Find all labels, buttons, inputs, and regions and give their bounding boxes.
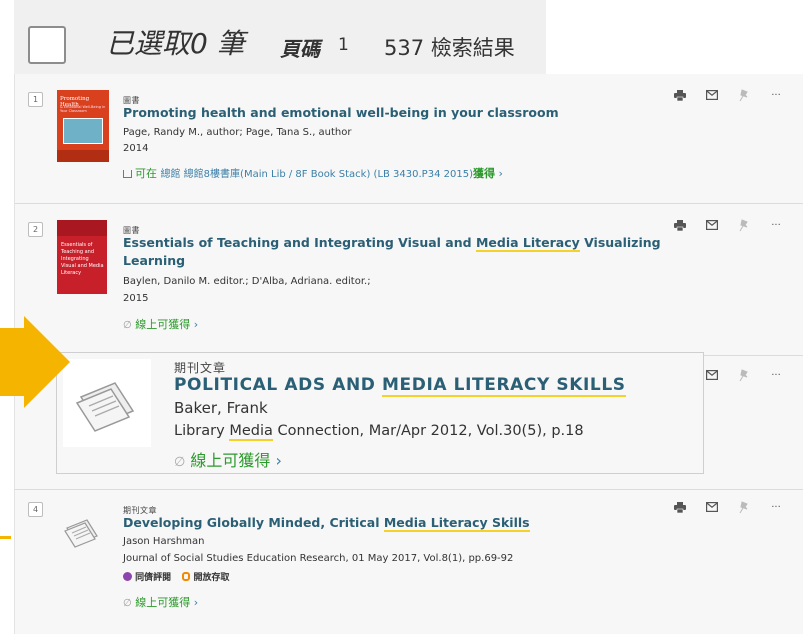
page-label: 頁碼: [280, 37, 320, 61]
select-all-checkbox[interactable]: [28, 26, 66, 64]
chevron-right-icon: ›: [193, 318, 199, 331]
record-title-link[interactable]: Developing Globally Minded, Critical Med…: [123, 514, 530, 532]
envelope-icon[interactable]: [705, 500, 719, 514]
more-options-icon[interactable]: ···: [769, 218, 783, 232]
book-cover-image[interactable]: Promoting Health & Emotional Well-Being …: [57, 90, 109, 162]
record-actions: ···: [673, 88, 783, 102]
search-term-highlight: Media Literacy: [475, 235, 580, 252]
record-author: Baylen, Danilo M. editor.; D'Alba, Adria…: [123, 276, 371, 287]
link-icon: ∅: [174, 455, 186, 470]
availability-link[interactable]: ∅ 線上可獲得 ›: [123, 594, 198, 610]
record-title-link[interactable]: POLITICAL ADS AND MEDIA LITERACY SKILLS: [174, 375, 626, 397]
record-actions: ···: [673, 218, 783, 232]
pin-icon[interactable]: [737, 218, 751, 232]
search-term-highlight: Media Literacy Skills: [383, 515, 530, 532]
record-title-link[interactable]: Promoting health and emotional well-bein…: [123, 104, 559, 122]
more-options-icon[interactable]: ···: [769, 88, 783, 102]
availability-suffix: 獲得: [472, 167, 495, 180]
pin-icon[interactable]: [737, 88, 751, 102]
link-icon: ∅: [123, 598, 132, 609]
record-index: 1: [28, 92, 43, 107]
record-source: Journal of Social Studies Education Rese…: [123, 553, 514, 564]
record-title-link[interactable]: Essentials of Teaching and Integrating V…: [123, 234, 661, 270]
record-year: 2015: [123, 293, 149, 304]
record-year: 2014: [123, 143, 149, 154]
record-actions: ···: [673, 500, 783, 514]
availability-status: 線上可獲得: [135, 318, 191, 331]
peer-reviewed-icon: [123, 572, 132, 581]
availability-status: 可在: [135, 167, 157, 180]
peer-reviewed-badge: 同儕評閱: [135, 573, 172, 583]
envelope-icon[interactable]: [705, 368, 719, 382]
availability-link[interactable]: ∅ 線上可獲得 ›: [123, 316, 198, 332]
availability-location: 總館 總館8樓書庫(Main Lib / 8F Book Stack) (LB …: [160, 169, 473, 180]
book-cover-image[interactable]: Essentials of Teaching and Integrating V…: [57, 220, 107, 294]
record-index: 2: [28, 222, 43, 237]
envelope-icon[interactable]: [705, 218, 719, 232]
availability-status: 線上可獲得: [135, 596, 191, 609]
record-index: 4: [28, 502, 43, 517]
availability-link[interactable]: ∅ 線上可獲得 ›: [174, 447, 282, 471]
result-record: 2 Essentials of Teaching and Integrating…: [15, 204, 803, 356]
book-icon: [123, 170, 132, 178]
open-access-badge: 開放存取: [193, 573, 230, 583]
envelope-icon[interactable]: [705, 88, 719, 102]
printer-icon[interactable]: [673, 500, 687, 514]
availability-status: 線上可獲得: [190, 451, 271, 470]
document-icon: [64, 519, 98, 548]
record-type: 期刊文章: [174, 361, 227, 375]
availability-link[interactable]: 可在 總館 總館8樓書庫(Main Lib / 8F Book Stack) (…: [123, 165, 503, 181]
open-access-icon: [182, 572, 191, 581]
record-author: Page, Randy M., author; Page, Tana S., a…: [123, 127, 352, 138]
selected-count-text: 已選取0 筆: [106, 27, 245, 60]
pin-icon[interactable]: [737, 500, 751, 514]
chevron-right-icon: ›: [193, 596, 199, 609]
document-icon: [75, 382, 135, 432]
selection-header: 已選取0 筆 頁碼 1 537 檢索結果: [14, 0, 546, 74]
record-badges: 同儕評閱 開放存取: [123, 570, 229, 583]
chevron-right-icon: ›: [498, 167, 503, 180]
search-term-highlight: Media: [229, 423, 273, 441]
search-term-highlight: MEDIA LITERACY SKILLS: [382, 375, 626, 397]
zoomed-record-card[interactable]: 期刊文章 POLITICAL ADS AND MEDIA LITERACY SK…: [56, 352, 704, 474]
more-options-icon[interactable]: ···: [769, 368, 783, 382]
record-author: Jason Harshman: [123, 536, 205, 547]
article-thumbnail[interactable]: [63, 359, 151, 447]
cover-subtitle: & Emotional Well-Being in Your Classroom: [60, 105, 106, 113]
result-record: 1 Promoting Health & Emotional Well-Bein…: [15, 74, 803, 204]
pin-icon[interactable]: [737, 368, 751, 382]
more-options-icon[interactable]: ···: [769, 500, 783, 514]
record-author: Baker, Frank: [174, 399, 268, 417]
arrow-tail-mark: [0, 536, 11, 539]
link-icon: ∅: [123, 320, 132, 331]
printer-icon[interactable]: [673, 218, 687, 232]
article-thumbnail[interactable]: [57, 506, 107, 556]
highlight-arrow-icon: [0, 316, 70, 408]
cover-photo: [63, 118, 103, 144]
cover-title: Essentials of Teaching and Integrating V…: [61, 242, 104, 276]
result-record: 4 期刊文章 Developing Globally Minded, Criti…: [15, 490, 803, 634]
record-source: Library Media Connection, Mar/Apr 2012, …: [174, 423, 584, 441]
page-number: 1: [338, 35, 349, 55]
chevron-right-icon: ›: [275, 451, 282, 470]
result-count: 537 檢索結果: [384, 36, 515, 60]
printer-icon[interactable]: [673, 88, 687, 102]
